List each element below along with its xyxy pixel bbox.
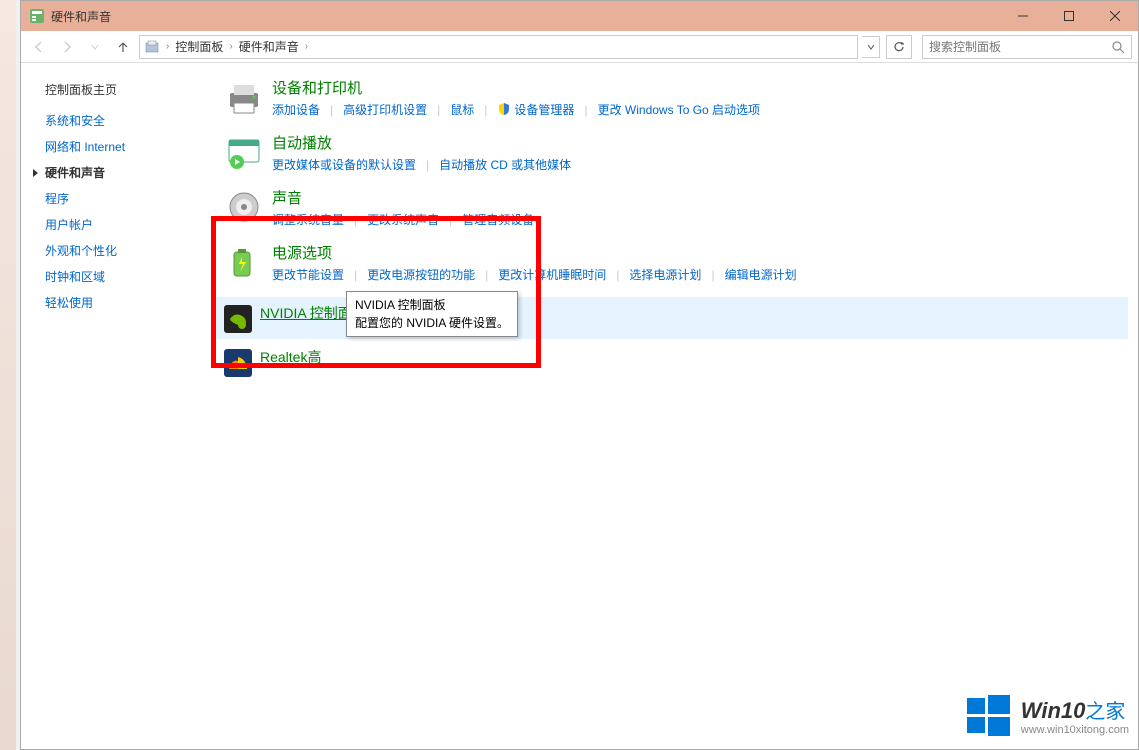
link-printer-settings[interactable]: 高级打印机设置 xyxy=(343,101,427,118)
window-controls xyxy=(1000,1,1138,31)
watermark-brand: Win10之家 xyxy=(1021,695,1129,724)
location-icon xyxy=(144,39,160,55)
autoplay-icon xyxy=(224,132,264,172)
minimize-button[interactable] xyxy=(1000,1,1046,31)
breadcrumb-item[interactable]: 控制面板 xyxy=(175,38,223,55)
control-panel-icon xyxy=(29,8,45,24)
sidebar: 控制面板主页 系统和安全 网络和 Internet 硬件和声音 程序 用户帐户 … xyxy=(21,63,216,749)
link-volume[interactable]: 调整系统音量 xyxy=(272,211,344,228)
link-power-save[interactable]: 更改节能设置 xyxy=(272,266,344,283)
breadcrumb-item[interactable]: 硬件和声音 xyxy=(239,38,299,55)
content-area: 控制面板主页 系统和安全 网络和 Internet 硬件和声音 程序 用户帐户 … xyxy=(21,63,1138,749)
refresh-button[interactable] xyxy=(886,35,912,59)
tooltip-title: NVIDIA 控制面板 xyxy=(355,296,509,314)
category-title[interactable]: 声音 xyxy=(272,187,1128,208)
link-device-manager[interactable]: 设备管理器 xyxy=(497,101,574,118)
shield-icon xyxy=(497,102,511,116)
tooltip-desc: 配置您的 NVIDIA 硬件设置。 xyxy=(355,314,509,332)
control-panel-window: 硬件和声音 › 控制面板 › 硬件和声音 › 控制面板主页 xyxy=(20,0,1139,750)
sidebar-item-system[interactable]: 系统和安全 xyxy=(45,112,216,129)
link-autoplay-cd[interactable]: 自动播放 CD 或其他媒体 xyxy=(439,156,571,173)
category-power: 电源选项 更改节能设置| 更改电源按钮的功能| 更改计算机睡眠时间| 选择电源计… xyxy=(216,242,1128,283)
category-title[interactable]: 电源选项 xyxy=(272,242,1128,263)
address-dropdown[interactable] xyxy=(862,36,880,58)
category-autoplay: 自动播放 更改媒体或设备的默认设置| 自动播放 CD 或其他媒体 xyxy=(216,132,1128,173)
sidebar-item-appearance[interactable]: 外观和个性化 xyxy=(45,242,216,259)
link-media-default[interactable]: 更改媒体或设备的默认设置 xyxy=(272,156,416,173)
main-content: 设备和打印机 添加设备| 高级打印机设置| 鼠标| 设备管理器| 更改 Wind… xyxy=(216,63,1138,749)
nvidia-icon xyxy=(224,305,252,333)
nav-bar: › 控制面板 › 硬件和声音 › xyxy=(21,31,1138,63)
sidebar-item-programs[interactable]: 程序 xyxy=(45,190,216,207)
win10-logo-icon xyxy=(963,690,1013,740)
link-sleep[interactable]: 更改计算机睡眠时间 xyxy=(498,266,606,283)
sidebar-home[interactable]: 控制面板主页 xyxy=(45,81,216,98)
category-sound: 声音 调整系统音量| 更改系统声音| 管理音频设备 xyxy=(216,187,1128,228)
category-realtek: Realtek高 xyxy=(216,347,1128,377)
link-edit-plan[interactable]: 编辑电源计划 xyxy=(725,266,797,283)
link-audio-devices[interactable]: 管理音频设备 xyxy=(462,211,534,228)
sidebar-item-clock[interactable]: 时钟和区域 xyxy=(45,268,216,285)
left-edge-decoration xyxy=(0,0,16,750)
sidebar-item-hardware[interactable]: 硬件和声音 xyxy=(45,164,216,181)
link-mouse[interactable]: 鼠标 xyxy=(450,101,474,118)
sidebar-item-network[interactable]: 网络和 Internet xyxy=(45,138,216,155)
forward-button[interactable] xyxy=(55,35,79,59)
sidebar-item-ease[interactable]: 轻松使用 xyxy=(45,294,216,311)
search-box[interactable] xyxy=(922,35,1132,59)
close-button[interactable] xyxy=(1092,1,1138,31)
realtek-icon xyxy=(224,349,252,377)
power-icon xyxy=(224,242,264,282)
link-power-button[interactable]: 更改电源按钮的功能 xyxy=(367,266,475,283)
breadcrumb-sep-icon: › xyxy=(162,41,173,52)
breadcrumb-sep-icon: › xyxy=(301,41,312,52)
category-title[interactable]: Realtek高 xyxy=(260,347,1128,367)
address-bar[interactable]: › 控制面板 › 硬件和声音 › xyxy=(139,35,858,59)
recent-dropdown[interactable] xyxy=(83,35,107,59)
watermark: Win10之家 www.win10xitong.com xyxy=(963,690,1129,740)
window-title: 硬件和声音 xyxy=(51,8,111,25)
link-system-sounds[interactable]: 更改系统声音 xyxy=(367,211,439,228)
breadcrumb-sep-icon: › xyxy=(225,41,236,52)
title-bar: 硬件和声音 xyxy=(21,1,1138,31)
category-title[interactable]: 自动播放 xyxy=(272,132,1128,153)
sidebar-item-users[interactable]: 用户帐户 xyxy=(45,216,216,233)
link-wintogo[interactable]: 更改 Windows To Go 启动选项 xyxy=(598,101,760,118)
back-button[interactable] xyxy=(27,35,51,59)
category-devices: 设备和打印机 添加设备| 高级打印机设置| 鼠标| 设备管理器| 更改 Wind… xyxy=(216,77,1128,118)
maximize-button[interactable] xyxy=(1046,1,1092,31)
search-icon xyxy=(1111,40,1125,54)
link-select-plan[interactable]: 选择电源计划 xyxy=(629,266,701,283)
search-input[interactable] xyxy=(929,40,1111,54)
category-title[interactable]: 设备和打印机 xyxy=(272,77,1128,98)
sound-icon xyxy=(224,187,264,227)
tooltip: NVIDIA 控制面板 配置您的 NVIDIA 硬件设置。 xyxy=(346,291,518,337)
watermark-url: www.win10xitong.com xyxy=(1021,724,1129,736)
link-add-device[interactable]: 添加设备 xyxy=(272,101,320,118)
printer-icon xyxy=(224,77,264,117)
up-button[interactable] xyxy=(111,35,135,59)
